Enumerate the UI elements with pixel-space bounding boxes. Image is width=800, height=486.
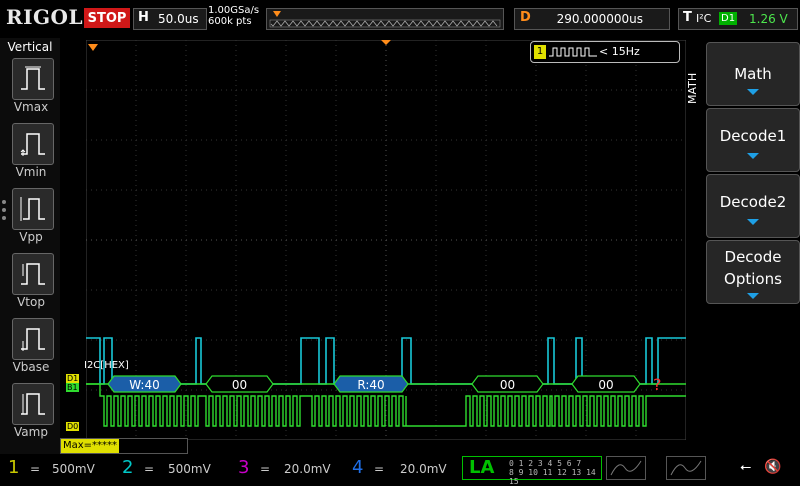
memory-overview-strip[interactable] xyxy=(266,8,504,30)
channel-1-box[interactable]: 1 = 500mV xyxy=(0,456,112,480)
decode-packet: 00 xyxy=(571,375,641,393)
delay-value: 290.000000us xyxy=(556,12,643,26)
page-indicator xyxy=(2,200,6,224)
counter-channel: 1 xyxy=(534,45,546,59)
vmin-icon xyxy=(20,133,45,156)
memory-overview-waveform xyxy=(269,11,501,28)
delay-readout[interactable]: D 290.000000us xyxy=(514,8,670,30)
decode-packet: 00 xyxy=(471,375,544,393)
trigger-readout[interactable]: T I²C D1 1.26 V xyxy=(678,8,798,30)
la-channel-grid: 0 1 2 3 4 5 6 7 8 9 10 11 12 13 14 15 xyxy=(509,459,596,486)
vmax-icon xyxy=(21,66,45,90)
menu-tab: MATH xyxy=(686,72,699,104)
vtop-icon xyxy=(21,263,45,285)
vmax-label: Vmax xyxy=(13,100,49,114)
vmin-label: Vmin xyxy=(15,165,47,179)
decode-packet-label: 00 xyxy=(232,378,247,392)
counter-value: < 15Hz xyxy=(599,45,640,58)
vtop-button[interactable] xyxy=(12,253,54,295)
vmin-button[interactable] xyxy=(12,123,54,165)
rigol-logo: RIGOL xyxy=(6,5,84,29)
trigger-key: T xyxy=(683,10,692,25)
math-button[interactable]: Math xyxy=(706,42,800,106)
waveform-display[interactable]: W:40 00 R:40 00 00 ? xyxy=(86,40,686,440)
sample-rate-info: 1.00GSa/s 600k pts xyxy=(208,5,259,27)
decode-packet-label: 00 xyxy=(598,378,613,392)
channel-3-scale: 20.0mV xyxy=(284,462,331,476)
channel-4-box[interactable]: 4 = 20.0mV xyxy=(344,456,458,480)
channel-2-scale: 500mV xyxy=(168,462,211,476)
chevron-down-icon xyxy=(747,293,759,299)
vbase-label: Vbase xyxy=(12,360,50,374)
source-2-wave-icon[interactable] xyxy=(666,456,706,480)
decode-options-button[interactable]: Decode Options xyxy=(706,240,800,304)
measure-readout-box: Max=***** xyxy=(60,438,188,454)
vmax-button[interactable] xyxy=(12,58,54,100)
channel-2-number: 2 xyxy=(122,457,134,478)
channel-1-number: 1 xyxy=(8,457,20,478)
channel-4-number: 4 xyxy=(352,457,364,478)
coupling-icon: = xyxy=(30,462,41,476)
usb-icon: ⭠ xyxy=(740,459,752,475)
vpp-button[interactable] xyxy=(12,188,54,230)
horizontal-timebase[interactable]: H 50.0us xyxy=(133,8,207,30)
vbase-button[interactable] xyxy=(12,318,54,360)
source-1-wave-icon[interactable] xyxy=(606,456,646,480)
channel-bar: 1 = 500mV 2 = 500mV 3 = 20.0mV 4 = 20.0m… xyxy=(0,456,800,486)
measurement-panel: Vertical Vmax Vmin Vpp Vtop Vbase Vamp xyxy=(0,38,60,454)
vamp-icon xyxy=(21,393,45,415)
coupling-icon: = xyxy=(260,462,271,476)
soft-menu: MATH Math Decode1 Decode2 Decode Options xyxy=(686,38,800,454)
horizontal-key: H xyxy=(138,10,149,25)
measure-readout: Max=***** xyxy=(61,439,120,453)
channel-2-box[interactable]: 2 = 500mV xyxy=(114,456,228,480)
decode1-button[interactable]: Decode1 xyxy=(706,108,800,172)
panel-title: Vertical xyxy=(7,40,53,54)
vpp-icon xyxy=(20,197,45,221)
trigger-type: I²C xyxy=(696,12,712,25)
coupling-icon: = xyxy=(374,462,385,476)
coupling-icon: = xyxy=(144,462,155,476)
speaker-mute-icon[interactable]: 🔇 xyxy=(764,459,781,475)
decode-packet: W:40 xyxy=(107,375,182,393)
b1-tag: B1 xyxy=(66,383,79,392)
decode-packet: R:40 xyxy=(333,375,409,393)
channel-3-number: 3 xyxy=(238,457,250,478)
sample-rate: 1.00GSa/s xyxy=(208,5,260,16)
vamp-label: Vamp xyxy=(14,425,48,439)
timebase-value: 50.0us xyxy=(158,12,199,26)
chevron-down-icon xyxy=(747,89,759,95)
vpp-label: Vpp xyxy=(19,230,43,244)
trigger-source: D1 xyxy=(719,12,738,25)
trigger-level: 1.26 V xyxy=(749,12,788,26)
vtop-label: Vtop xyxy=(17,295,45,309)
frequency-counter[interactable]: 1 < 15Hz xyxy=(530,41,680,63)
channel-1-scale: 500mV xyxy=(52,462,95,476)
square-wave-icon xyxy=(549,47,597,57)
top-status-bar: RIGOL STOP H 50.0us 1.00GSa/s 600k pts D… xyxy=(0,0,800,36)
decode-error-marker: ? xyxy=(653,375,662,394)
vamp-button[interactable] xyxy=(12,383,54,425)
memory-depth: 600k pts xyxy=(208,16,252,27)
decode2-button[interactable]: Decode2 xyxy=(706,174,800,238)
decode-packet: 00 xyxy=(205,375,274,393)
la-label: LA xyxy=(469,457,495,478)
decode-packet-label: R:40 xyxy=(357,378,384,392)
d0-tag: D0 xyxy=(66,422,80,431)
delay-key: D xyxy=(520,10,531,25)
run-stop-status[interactable]: STOP xyxy=(84,8,130,28)
d1-tag: D1 xyxy=(66,374,80,383)
la-box[interactable]: LA 0 1 2 3 4 5 6 7 8 9 10 11 12 13 14 15 xyxy=(462,456,602,486)
channel-4-scale: 20.0mV xyxy=(400,462,447,476)
bus-label: I2C[HEX] xyxy=(84,360,129,371)
channel-3-box[interactable]: 3 = 20.0mV xyxy=(230,456,342,480)
vbase-icon xyxy=(21,328,45,351)
chevron-down-icon xyxy=(747,219,759,225)
chevron-down-icon xyxy=(747,153,759,159)
decode-packet-label: 00 xyxy=(500,378,515,392)
decode-packet-label: W:40 xyxy=(129,378,159,392)
